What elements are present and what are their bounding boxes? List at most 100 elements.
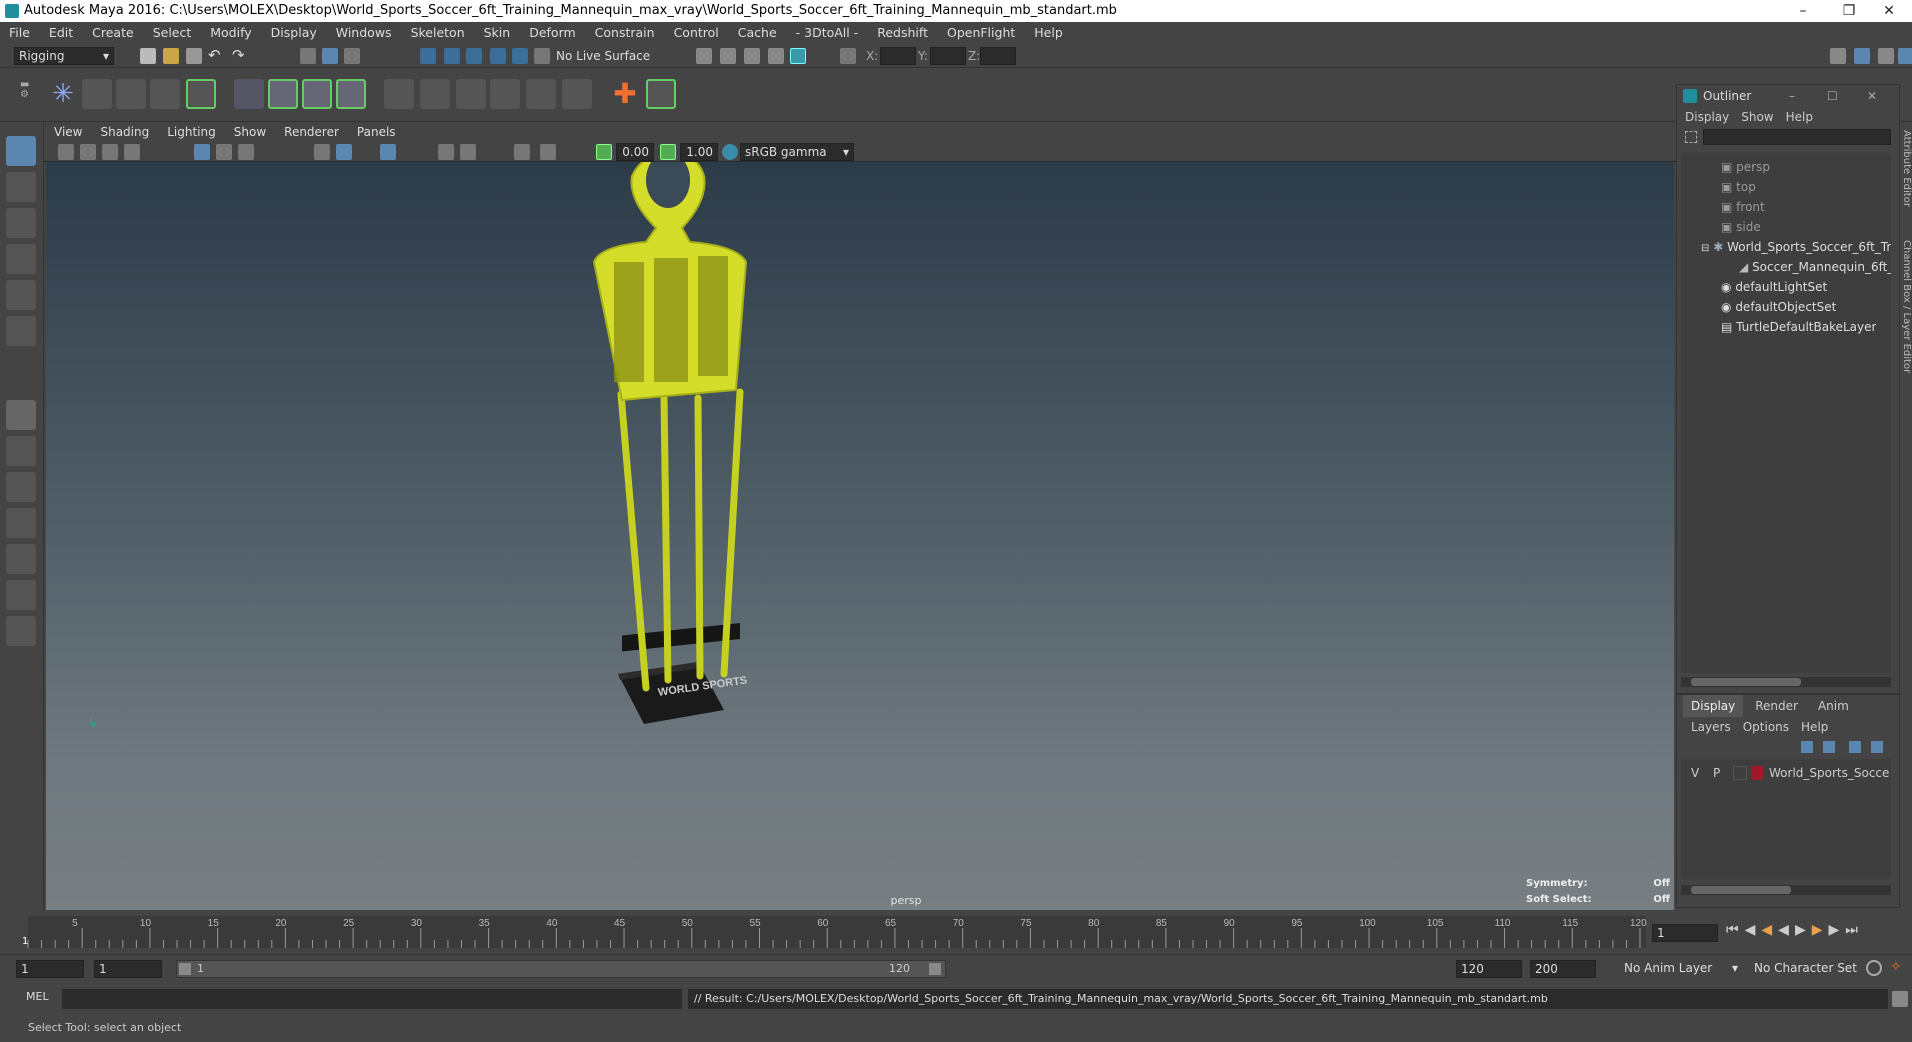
select-tool-icon[interactable]	[6, 136, 36, 166]
ik-handle-icon[interactable]	[82, 79, 112, 109]
render-settings-icon[interactable]	[768, 48, 784, 64]
open-scene-icon[interactable]	[163, 48, 179, 64]
point-constraint-icon[interactable]	[420, 79, 450, 109]
tab-display[interactable]: Display	[1683, 695, 1744, 717]
menu-cache[interactable]: Cache	[729, 22, 787, 44]
move-tool-icon[interactable]	[6, 244, 36, 274]
render-frame-icon[interactable]	[720, 48, 736, 64]
tool-settings-icon[interactable]	[1878, 48, 1894, 64]
rotate-tool-icon[interactable]	[6, 280, 36, 310]
step-forward-icon[interactable]: ▶	[1829, 922, 1846, 938]
layer-visibility-toggle[interactable]: V	[1691, 763, 1699, 783]
orient-joint-icon[interactable]	[186, 79, 216, 109]
joint-tool-icon[interactable]: ✳	[48, 79, 78, 109]
side-tab-channel-box[interactable]: Channel Box / Layer Editor	[1900, 240, 1912, 400]
snap-grid-icon[interactable]	[420, 48, 436, 64]
gamma-icon[interactable]	[660, 144, 676, 160]
snap-view-icon[interactable]	[490, 48, 506, 64]
render-view-icon[interactable]	[696, 48, 712, 64]
isolate-select-icon[interactable]	[514, 144, 530, 160]
select-hierarchy-icon[interactable]	[300, 48, 316, 64]
z-field[interactable]	[980, 47, 1016, 65]
four-pane-layout-icon[interactable]	[6, 436, 36, 466]
ik-spline-icon[interactable]	[116, 79, 146, 109]
layer-menu-options[interactable]: Options	[1743, 720, 1789, 734]
live-surface-icon[interactable]	[534, 48, 550, 64]
outliner-menu-display[interactable]: Display	[1685, 110, 1729, 124]
scale-constraint-icon[interactable]	[490, 79, 520, 109]
script-language-toggle[interactable]: MEL	[26, 990, 49, 1003]
menu-windows[interactable]: Windows	[327, 22, 402, 44]
panel-menu-lighting[interactable]: Lighting	[157, 122, 224, 142]
minimize-button[interactable]: –	[1780, 0, 1826, 22]
move-layer-up-icon[interactable]	[1801, 741, 1813, 753]
outliner-item-persp[interactable]: ▣ persp	[1721, 157, 1770, 177]
wrap-icon[interactable]	[302, 79, 332, 109]
menu-constrain[interactable]: Constrain	[586, 22, 665, 44]
camera-select-icon[interactable]	[58, 144, 74, 160]
wireframe-icon[interactable]	[314, 144, 330, 160]
x-field[interactable]	[880, 47, 916, 65]
menu-control[interactable]: Control	[665, 22, 729, 44]
play-forward-icon[interactable]: ▶	[1795, 922, 1812, 938]
outliner-item-front[interactable]: ▣ front	[1721, 197, 1765, 217]
menu-skeleton[interactable]: Skeleton	[402, 22, 475, 44]
menu-create[interactable]: Create	[83, 22, 144, 44]
viewport-persp[interactable]: WORLD SPORTS ↳ persp Symmetry: Off Soft …	[46, 162, 1674, 910]
range-slider[interactable]: 1 120	[176, 960, 946, 978]
cluster-icon[interactable]	[234, 79, 264, 109]
parent-constraint-icon[interactable]	[384, 79, 414, 109]
paint-weights-icon[interactable]	[646, 79, 676, 109]
mirror-joint-icon[interactable]	[150, 79, 180, 109]
graph-persp-layout-icon[interactable]	[6, 544, 36, 574]
time-slider[interactable]: 5 10 15 20 25 30 35 40 45 50 55 60 65 70 75 80 85 90 95 100…	[0, 910, 1912, 954]
menu-file[interactable]: File	[0, 22, 40, 44]
layer-hscrollbar[interactable]	[1681, 885, 1891, 895]
menu-select[interactable]: Select	[144, 22, 202, 44]
menu-skin[interactable]: Skin	[475, 22, 521, 44]
orient-constraint-icon[interactable]	[456, 79, 486, 109]
playback-start-field[interactable]: 1	[94, 960, 162, 978]
step-back-icon[interactable]: ◀	[1745, 922, 1762, 938]
outliner-item-mesh[interactable]: ◢ Soccer_Mannequin_6ft_v	[1739, 257, 1891, 277]
panel-menu-renderer[interactable]: Renderer	[274, 122, 347, 142]
two-pane-layout-icon[interactable]	[6, 472, 36, 502]
resolution-gate-icon[interactable]	[238, 144, 254, 160]
go-to-start-icon[interactable]: ⏮	[1726, 922, 1745, 938]
range-slider-end-handle[interactable]	[929, 963, 941, 975]
outliner-item-group[interactable]: ⊟ ✱ World_Sports_Soccer_6ft_Tra	[1701, 237, 1891, 257]
outliner-search-input[interactable]	[1703, 129, 1891, 145]
modeling-toolkit-icon[interactable]	[1830, 48, 1846, 64]
hypershade-persp-layout-icon[interactable]	[6, 580, 36, 610]
transform-mode-icon[interactable]	[840, 48, 856, 64]
shelf-menu-icon[interactable]: ▬ ⚙	[20, 80, 29, 110]
attribute-editor-toggle-icon[interactable]	[1854, 48, 1870, 64]
layer-playback-toggle[interactable]: P	[1713, 763, 1720, 783]
bind-skin-icon[interactable]: ✚	[610, 79, 640, 109]
script-editor-icon[interactable]	[1892, 991, 1908, 1007]
pole-vector-icon[interactable]	[562, 79, 592, 109]
close-button[interactable]: ✕	[1866, 0, 1912, 22]
layer-menu-layers[interactable]: Layers	[1691, 720, 1731, 734]
blend-shape-icon[interactable]	[336, 79, 366, 109]
layer-name[interactable]: World_Sports_Soccer_	[1769, 763, 1889, 783]
menu-openflight[interactable]: OpenFlight	[938, 22, 1025, 44]
preferences-icon[interactable]: ✧	[1890, 959, 1902, 975]
outliner-item-top[interactable]: ▣ top	[1721, 177, 1756, 197]
menu-redshift[interactable]: Redshift	[868, 22, 938, 44]
menu-deform[interactable]: Deform	[520, 22, 585, 44]
gamma-field[interactable]: 1.00	[680, 143, 718, 161]
step-forward-key-icon[interactable]: ▶	[1812, 922, 1829, 938]
textured-icon[interactable]	[380, 144, 396, 160]
command-input[interactable]	[62, 989, 682, 1009]
snap-curve-icon[interactable]	[444, 48, 460, 64]
layer-color-swatch[interactable]	[1751, 766, 1763, 780]
channel-box-toggle-icon[interactable]	[1898, 48, 1912, 64]
shadows-icon[interactable]	[438, 144, 454, 160]
hypershade-icon[interactable]	[790, 48, 806, 64]
select-component-icon[interactable]	[344, 48, 360, 64]
exposure-icon[interactable]	[596, 144, 612, 160]
outliner-filter-icon[interactable]	[1685, 131, 1697, 143]
move-layer-down-icon[interactable]	[1823, 741, 1835, 753]
panel-menu-panels[interactable]: Panels	[347, 122, 404, 142]
